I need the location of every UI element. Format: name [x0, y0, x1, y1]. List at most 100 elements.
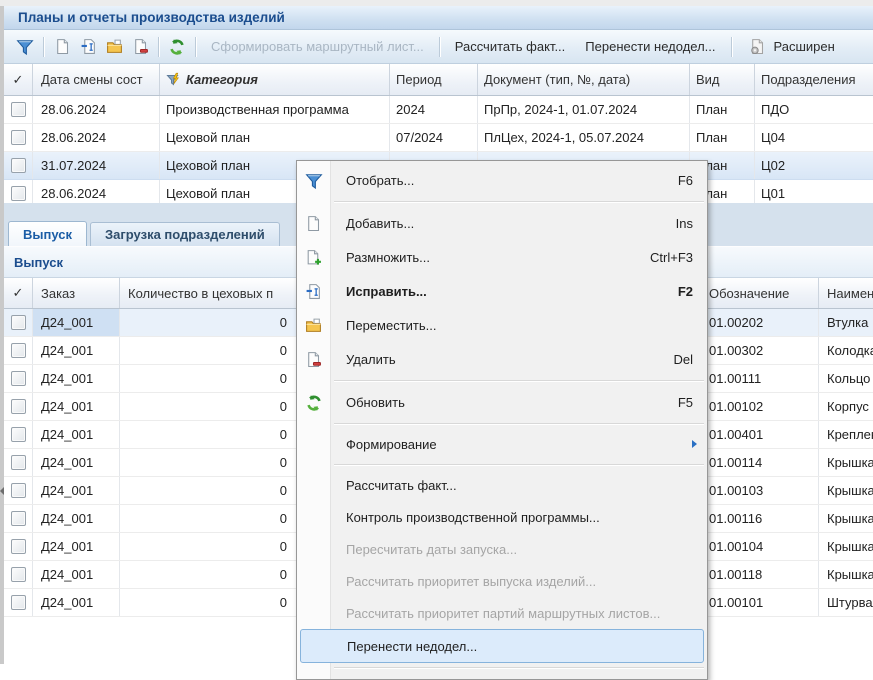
edit-document-icon[interactable] [77, 36, 99, 58]
row-checkbox[interactable] [11, 567, 26, 582]
menu-separator [334, 464, 704, 465]
refresh-icon[interactable] [166, 36, 188, 58]
menu-item-shortcut: F6 [658, 173, 693, 188]
row-checkbox-cell [4, 365, 33, 392]
cell-quantity: 0 [120, 589, 300, 616]
context-menu: Отобрать...F6 Добавить... Ins Размножить...… [296, 160, 708, 680]
row-checkbox[interactable] [11, 595, 26, 610]
toolbar-separator [158, 37, 159, 57]
cell-order: Д24_001 [33, 533, 120, 560]
cell-quantity: 0 [120, 533, 300, 560]
add-document-icon[interactable] [51, 36, 73, 58]
row-checkbox[interactable] [11, 343, 26, 358]
cell-name: Штурвал [819, 589, 873, 616]
cell-quantity: 0 [120, 477, 300, 504]
column-header-name[interactable]: Наимен [819, 278, 873, 308]
row-checkbox[interactable] [11, 102, 26, 117]
menu-item-shortcut: Ins [656, 216, 693, 231]
column-header-kind[interactable]: Вид [690, 64, 755, 95]
transfer-backlog-button[interactable]: Перенести недодел... [575, 39, 725, 54]
toolbar-separator [439, 37, 440, 57]
row-checkbox[interactable] [11, 455, 26, 470]
cell-quantity: 0 [120, 309, 300, 336]
move-folder-icon[interactable] [103, 36, 125, 58]
cell-order: Д24_001 [33, 393, 120, 420]
cell-date: 28.06.2024 [33, 124, 160, 151]
check-column-header[interactable]: ✓ [4, 64, 33, 95]
cell-designation: 01.00401 [695, 421, 819, 448]
row-checkbox[interactable] [11, 158, 26, 173]
cell-quantity: 0 [120, 561, 300, 588]
context-menu-item: Рассчитать приоритет партий маршрутных л… [297, 597, 707, 629]
move-folder-icon [305, 317, 321, 333]
cell-order: Д24_001 [33, 365, 120, 392]
form-route-sheet-button: Сформировать маршрутный лист... [201, 39, 434, 54]
column-header-quantity[interactable]: Количество в цеховых п [120, 278, 300, 308]
toolbar: Сформировать маршрутный лист... Рассчита… [4, 30, 873, 64]
row-checkbox[interactable] [11, 511, 26, 526]
cell-name: Крышка [819, 449, 873, 476]
context-menu-item[interactable]: УдалитьDel [297, 342, 707, 376]
context-menu-item[interactable]: Исправить...F2 [297, 274, 707, 308]
row-checkbox[interactable] [11, 186, 26, 201]
context-menu-item[interactable]: Перенести недодел... [300, 629, 704, 663]
context-menu-item[interactable]: Добавить... Ins [297, 206, 707, 240]
cell-designation: 01.00101 [695, 589, 819, 616]
cell-order: Д24_001 [33, 505, 120, 532]
row-checkbox[interactable] [11, 130, 26, 145]
menu-item-label: Удалить [346, 352, 396, 367]
cell-name: Крышка [819, 561, 873, 588]
delete-document-icon[interactable] [129, 36, 151, 58]
menu-item-label: Рассчитать приоритет партий маршрутных л… [346, 606, 660, 621]
cell-name: Крышка [819, 533, 873, 560]
cell-quantity: 0 [120, 421, 300, 448]
context-menu-item[interactable]: Переместить... [297, 308, 707, 342]
column-header-document[interactable]: Документ (тип, №, дата) [478, 64, 690, 95]
calc-fact-button[interactable]: Рассчитать факт... [445, 39, 576, 54]
context-menu-item[interactable]: Размножить...Ctrl+F3 [297, 240, 707, 274]
cell-name: Крышка [819, 477, 873, 504]
row-checkbox[interactable] [11, 399, 26, 414]
app-window: { "window": { "title": "Планы и отчеты п… [0, 0, 873, 664]
cell-quantity: 0 [120, 337, 300, 364]
check-column-header[interactable]: ✓ [4, 278, 33, 308]
context-menu-item[interactable]: Отобрать...F6 [297, 163, 707, 197]
tab-vypusk[interactable]: Выпуск [8, 221, 87, 246]
row-checkbox[interactable] [11, 315, 26, 330]
column-header-designation[interactable]: Обозначение [695, 278, 819, 308]
menu-item-label: Рассчитать факт... [346, 478, 457, 493]
table-row[interactable]: 28.06.2024 Цеховой план 07/2024 ПлЦех, 2… [4, 124, 873, 152]
refresh-icon [305, 394, 321, 410]
cell-order: Д24_001 [33, 449, 120, 476]
cell-designation: 01.00102 [695, 393, 819, 420]
row-checkbox[interactable] [11, 371, 26, 386]
tab-zagruzka-podrazdelenij[interactable]: Загрузка подразделений [90, 222, 280, 246]
section-title: Выпуск [14, 255, 63, 270]
context-menu-item[interactable]: Рассчитать факт... [297, 469, 707, 501]
delete-document-icon [305, 351, 321, 367]
menu-separator [334, 667, 704, 668]
column-header-period[interactable]: Период [390, 64, 478, 95]
column-header-division[interactable]: Подразделения [755, 64, 873, 95]
cell-quantity: 0 [120, 449, 300, 476]
plans-table-header: ✓ Дата смены сост Категория Период Докум… [4, 64, 873, 96]
column-header-category[interactable]: Категория [160, 64, 390, 95]
cell-quantity: 0 [120, 393, 300, 420]
toolbar-separator [43, 37, 44, 57]
extended-report-button[interactable]: Расширен [737, 36, 835, 58]
table-row[interactable]: 28.06.2024 Производственная программа 20… [4, 96, 873, 124]
menu-item-label: Пересчитать даты запуска... [346, 542, 517, 557]
menu-item-shortcut: Ctrl+F3 [630, 250, 693, 265]
cell-document: ПлЦех, 2024-1, 05.07.2024 [478, 124, 690, 151]
menu-item-label: Добавить... [346, 216, 414, 231]
row-checkbox[interactable] [11, 483, 26, 498]
context-menu-item[interactable]: Контроль производственной программы... [297, 501, 707, 533]
column-header-date[interactable]: Дата смены сост [33, 64, 160, 95]
context-menu-item[interactable]: Формирование [297, 428, 707, 460]
filter-icon[interactable] [14, 36, 36, 58]
cell-category: Производственная программа [160, 96, 390, 123]
row-checkbox[interactable] [11, 427, 26, 442]
row-checkbox[interactable] [11, 539, 26, 554]
context-menu-item[interactable]: ОбновитьF5 [297, 385, 707, 419]
column-header-order[interactable]: Заказ [33, 278, 120, 308]
